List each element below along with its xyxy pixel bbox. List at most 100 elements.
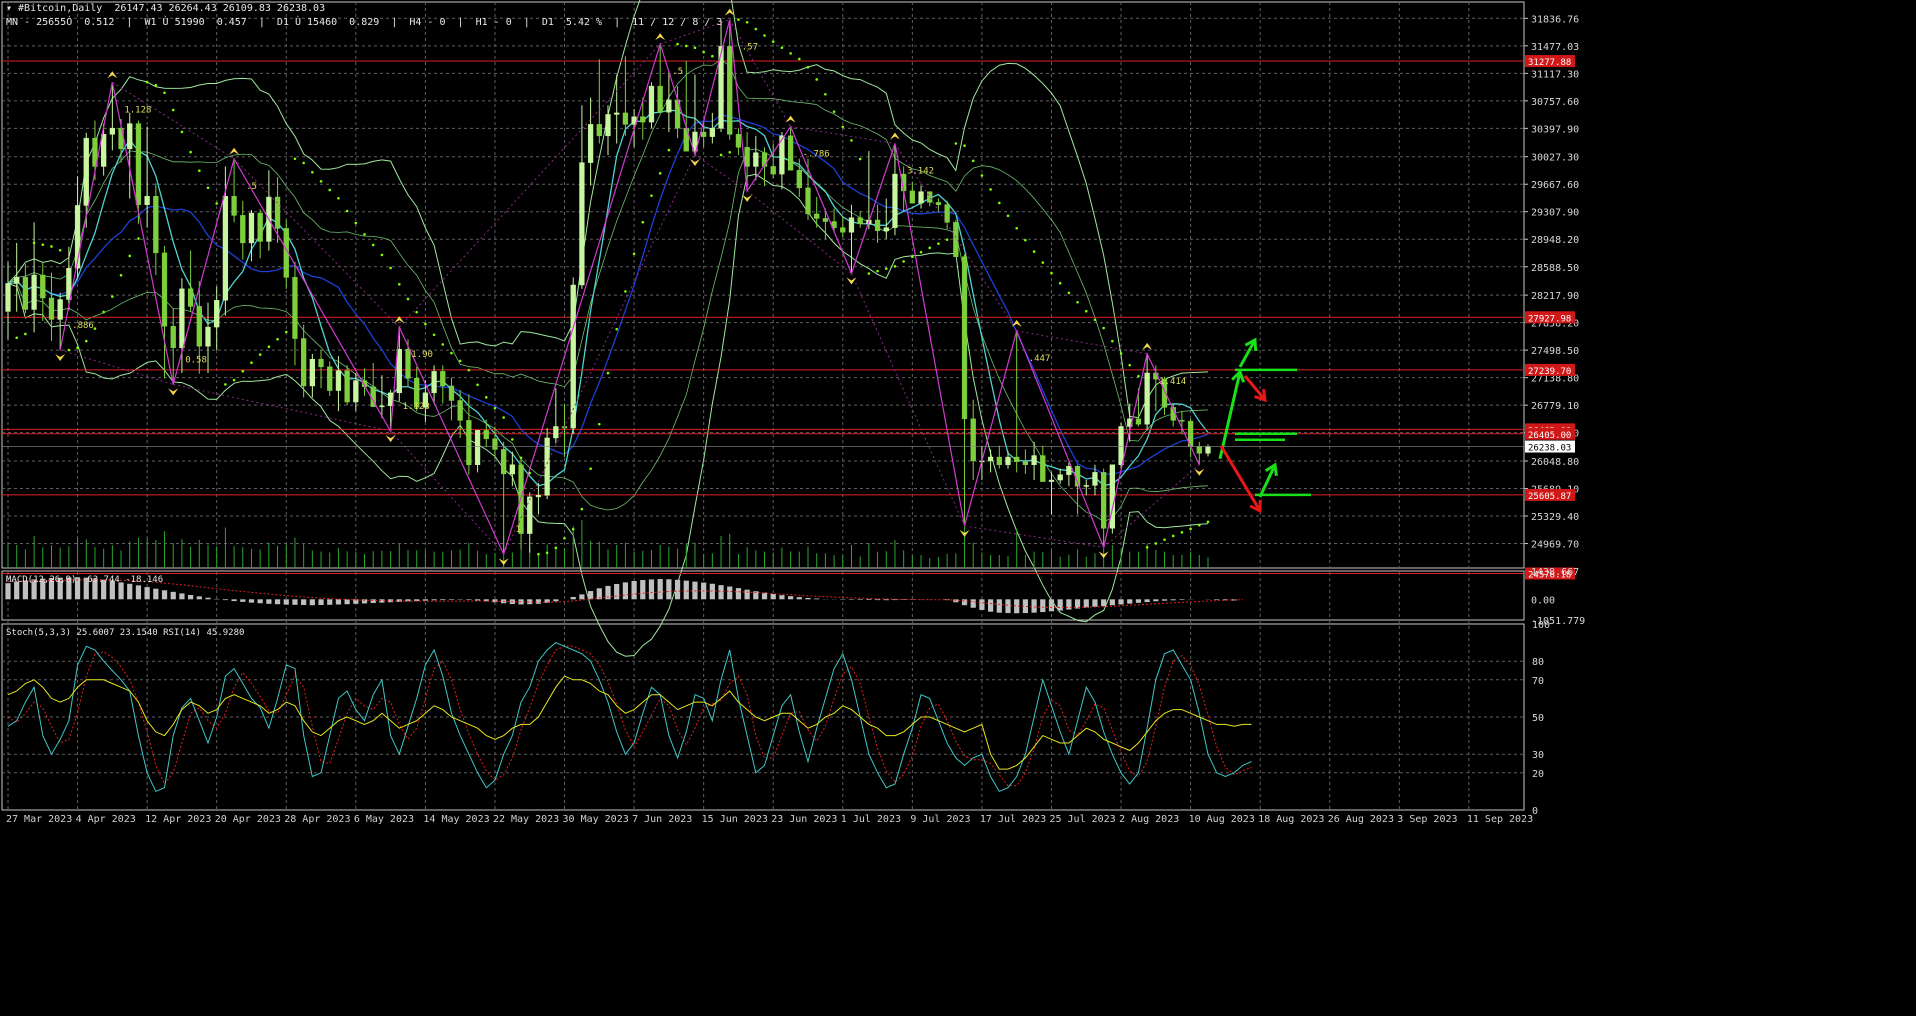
- candle-body: [1057, 474, 1063, 481]
- date-axis-label: 22 May 2023: [493, 814, 559, 825]
- parabolic-sar-dot: [650, 194, 653, 197]
- candle-body: [405, 348, 411, 379]
- parabolic-sar-dot: [1058, 281, 1062, 285]
- parabolic-sar-dot: [815, 78, 818, 81]
- candle-body: [1144, 372, 1150, 425]
- parabolic-sar-dot: [406, 297, 410, 301]
- candle-body: [927, 191, 933, 203]
- parabolic-sar-dot: [519, 456, 523, 460]
- parabolic-sar-dot: [563, 536, 566, 540]
- parabolic-sar-dot: [363, 233, 366, 236]
- candle-body: [596, 124, 602, 137]
- candle-body: [353, 380, 359, 403]
- parabolic-sar-dot: [824, 92, 827, 96]
- parabolic-sar-dot: [502, 416, 505, 419]
- candle-body: [735, 134, 742, 148]
- candle-body: [292, 277, 298, 339]
- candle-body: [257, 212, 263, 242]
- parabolic-sar-dot: [293, 157, 297, 161]
- parabolic-sar-dot: [919, 250, 923, 254]
- parabolic-sar-dot: [841, 125, 845, 129]
- candle-body: [40, 274, 46, 299]
- parabolic-sar-dot: [1024, 238, 1027, 242]
- parabolic-sar-dot: [67, 348, 71, 352]
- chart-window[interactable]: 27 Mar 2023 4 Apr 2023 12 Apr 2023 20 Apr 2…: [0, 0, 1916, 1012]
- fib-ratio-label: .447: [1029, 354, 1051, 364]
- parabolic-sar-dot: [606, 371, 610, 375]
- parabolic-sar-dot: [415, 310, 418, 314]
- candle-body: [614, 112, 620, 115]
- parabolic-sar-dot: [441, 343, 445, 346]
- candle-body: [48, 297, 55, 320]
- candle-body: [196, 306, 202, 347]
- parabolic-sar-dot: [1128, 363, 1132, 367]
- parabolic-sar-dot: [1006, 214, 1010, 218]
- bitcoin-daily-chart[interactable]: 27 Mar 2023 4 Apr 2023 12 Apr 2023 20 Apr 2…: [0, 0, 1916, 1012]
- stoch-rsi-label: Stoch(5,3,3) 25.6007 23.1540 RSI(14) 45.…: [6, 628, 244, 638]
- candle-body: [431, 371, 437, 394]
- candle-body: [327, 366, 333, 391]
- date-axis-label: 30 May 2023: [563, 814, 629, 825]
- candle-body: [31, 274, 37, 310]
- date-axis-label: 2 Aug 2023: [1119, 814, 1179, 825]
- parabolic-sar-dot: [102, 310, 105, 314]
- date-axis-label: 17 Jul 2023: [980, 814, 1046, 825]
- candle-body: [961, 256, 968, 420]
- parabolic-sar-dot: [598, 422, 601, 426]
- stoch-axis-label: 30: [1532, 750, 1544, 761]
- parabolic-sar-dot: [180, 130, 184, 134]
- parabolic-sar-dot: [1067, 291, 1071, 295]
- candle-body: [1092, 472, 1098, 486]
- parabolic-sar-dot: [198, 169, 201, 172]
- candle-body: [822, 218, 829, 222]
- parabolic-sar-dot: [232, 378, 236, 382]
- chart-background: [0, 0, 1916, 1012]
- parabolic-sar-dot: [1015, 226, 1018, 230]
- key-level-label: 26405.00: [1528, 431, 1571, 441]
- parabolic-sar-dot: [763, 34, 766, 37]
- date-axis-label: 27 Mar 2023: [6, 814, 72, 825]
- parabolic-sar-dot: [780, 46, 784, 50]
- candle-body: [1031, 455, 1037, 465]
- parabolic-sar-dot: [1154, 542, 1158, 545]
- parabolic-sar-dot: [798, 57, 801, 61]
- price-axis-label: 31836.76: [1531, 14, 1579, 25]
- candle-body: [744, 147, 750, 167]
- parabolic-sar-dot: [1111, 339, 1114, 343]
- candle-body: [848, 217, 855, 233]
- stoch-axis-label: 70: [1532, 676, 1544, 687]
- parabolic-sar-dot: [954, 142, 958, 145]
- parabolic-sar-dot: [1145, 546, 1149, 549]
- stoch-axis-label: 100: [1532, 620, 1550, 631]
- parabolic-sar-dot: [554, 546, 558, 550]
- parabolic-sar-dot: [371, 243, 375, 247]
- parabolic-sar-dot: [398, 282, 401, 286]
- parabolic-sar-dot: [137, 237, 140, 240]
- parabolic-sar-dot: [311, 171, 314, 174]
- parabolic-sar-dot: [641, 220, 645, 224]
- parabolic-sar-dot: [1206, 520, 1210, 524]
- parabolic-sar-dot: [528, 471, 532, 475]
- parabolic-sar-dot: [284, 330, 288, 334]
- candle-body: [814, 213, 820, 219]
- parabolic-sar-dot: [858, 157, 862, 161]
- date-axis-label: 11 Sep 2023: [1467, 814, 1533, 825]
- parabolic-sar-dot: [189, 150, 192, 154]
- parabolic-sar-dot: [676, 42, 679, 46]
- parabolic-sar-dot: [980, 174, 984, 177]
- candle-body: [309, 358, 315, 387]
- candle-body: [753, 152, 759, 167]
- candle-body: [170, 326, 176, 348]
- parabolic-sar-dot: [467, 368, 471, 372]
- candle-body: [240, 215, 246, 244]
- parabolic-sar-dot: [163, 91, 166, 95]
- candle-body: [1022, 461, 1029, 465]
- date-axis-label: 4 Apr 2023: [76, 814, 136, 825]
- candle-body: [1083, 485, 1089, 487]
- stoch-axis-label: 50: [1532, 713, 1544, 724]
- candle-body: [187, 288, 194, 307]
- candle-body: [1118, 426, 1124, 465]
- parabolic-sar-dot: [15, 336, 18, 340]
- candle-body: [1196, 446, 1202, 454]
- candle-body: [840, 227, 846, 233]
